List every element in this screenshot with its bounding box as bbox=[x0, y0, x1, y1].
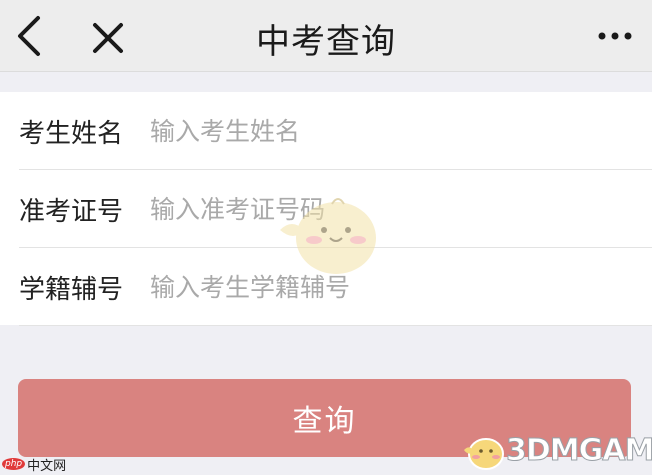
student-id-label: 学籍辅号 bbox=[19, 275, 124, 305]
mascot-small-icon bbox=[464, 438, 504, 470]
3dm-watermark: 3DMGAME bbox=[460, 425, 652, 475]
student-id-input[interactable] bbox=[150, 264, 630, 310]
php-logo: php bbox=[2, 458, 26, 470]
exam-number-input[interactable] bbox=[150, 186, 630, 232]
php-watermark-text: 中文网 bbox=[27, 458, 67, 474]
nav-bar: 中考查询 bbox=[0, 0, 652, 72]
form-row-name: 考生姓名 bbox=[0, 92, 652, 170]
3dm-watermark-text: 3DMGAME bbox=[506, 432, 652, 468]
name-label: 考生姓名 bbox=[19, 119, 124, 149]
page-title: 中考查询 bbox=[256, 22, 396, 62]
more-dots-icon[interactable] bbox=[598, 26, 632, 46]
exam-number-label: 准考证号 bbox=[19, 197, 124, 227]
mascot-watermark-icon bbox=[280, 198, 376, 274]
row-divider bbox=[19, 325, 652, 326]
php-watermark: php 中文网 bbox=[2, 455, 67, 474]
name-input[interactable] bbox=[150, 108, 630, 154]
